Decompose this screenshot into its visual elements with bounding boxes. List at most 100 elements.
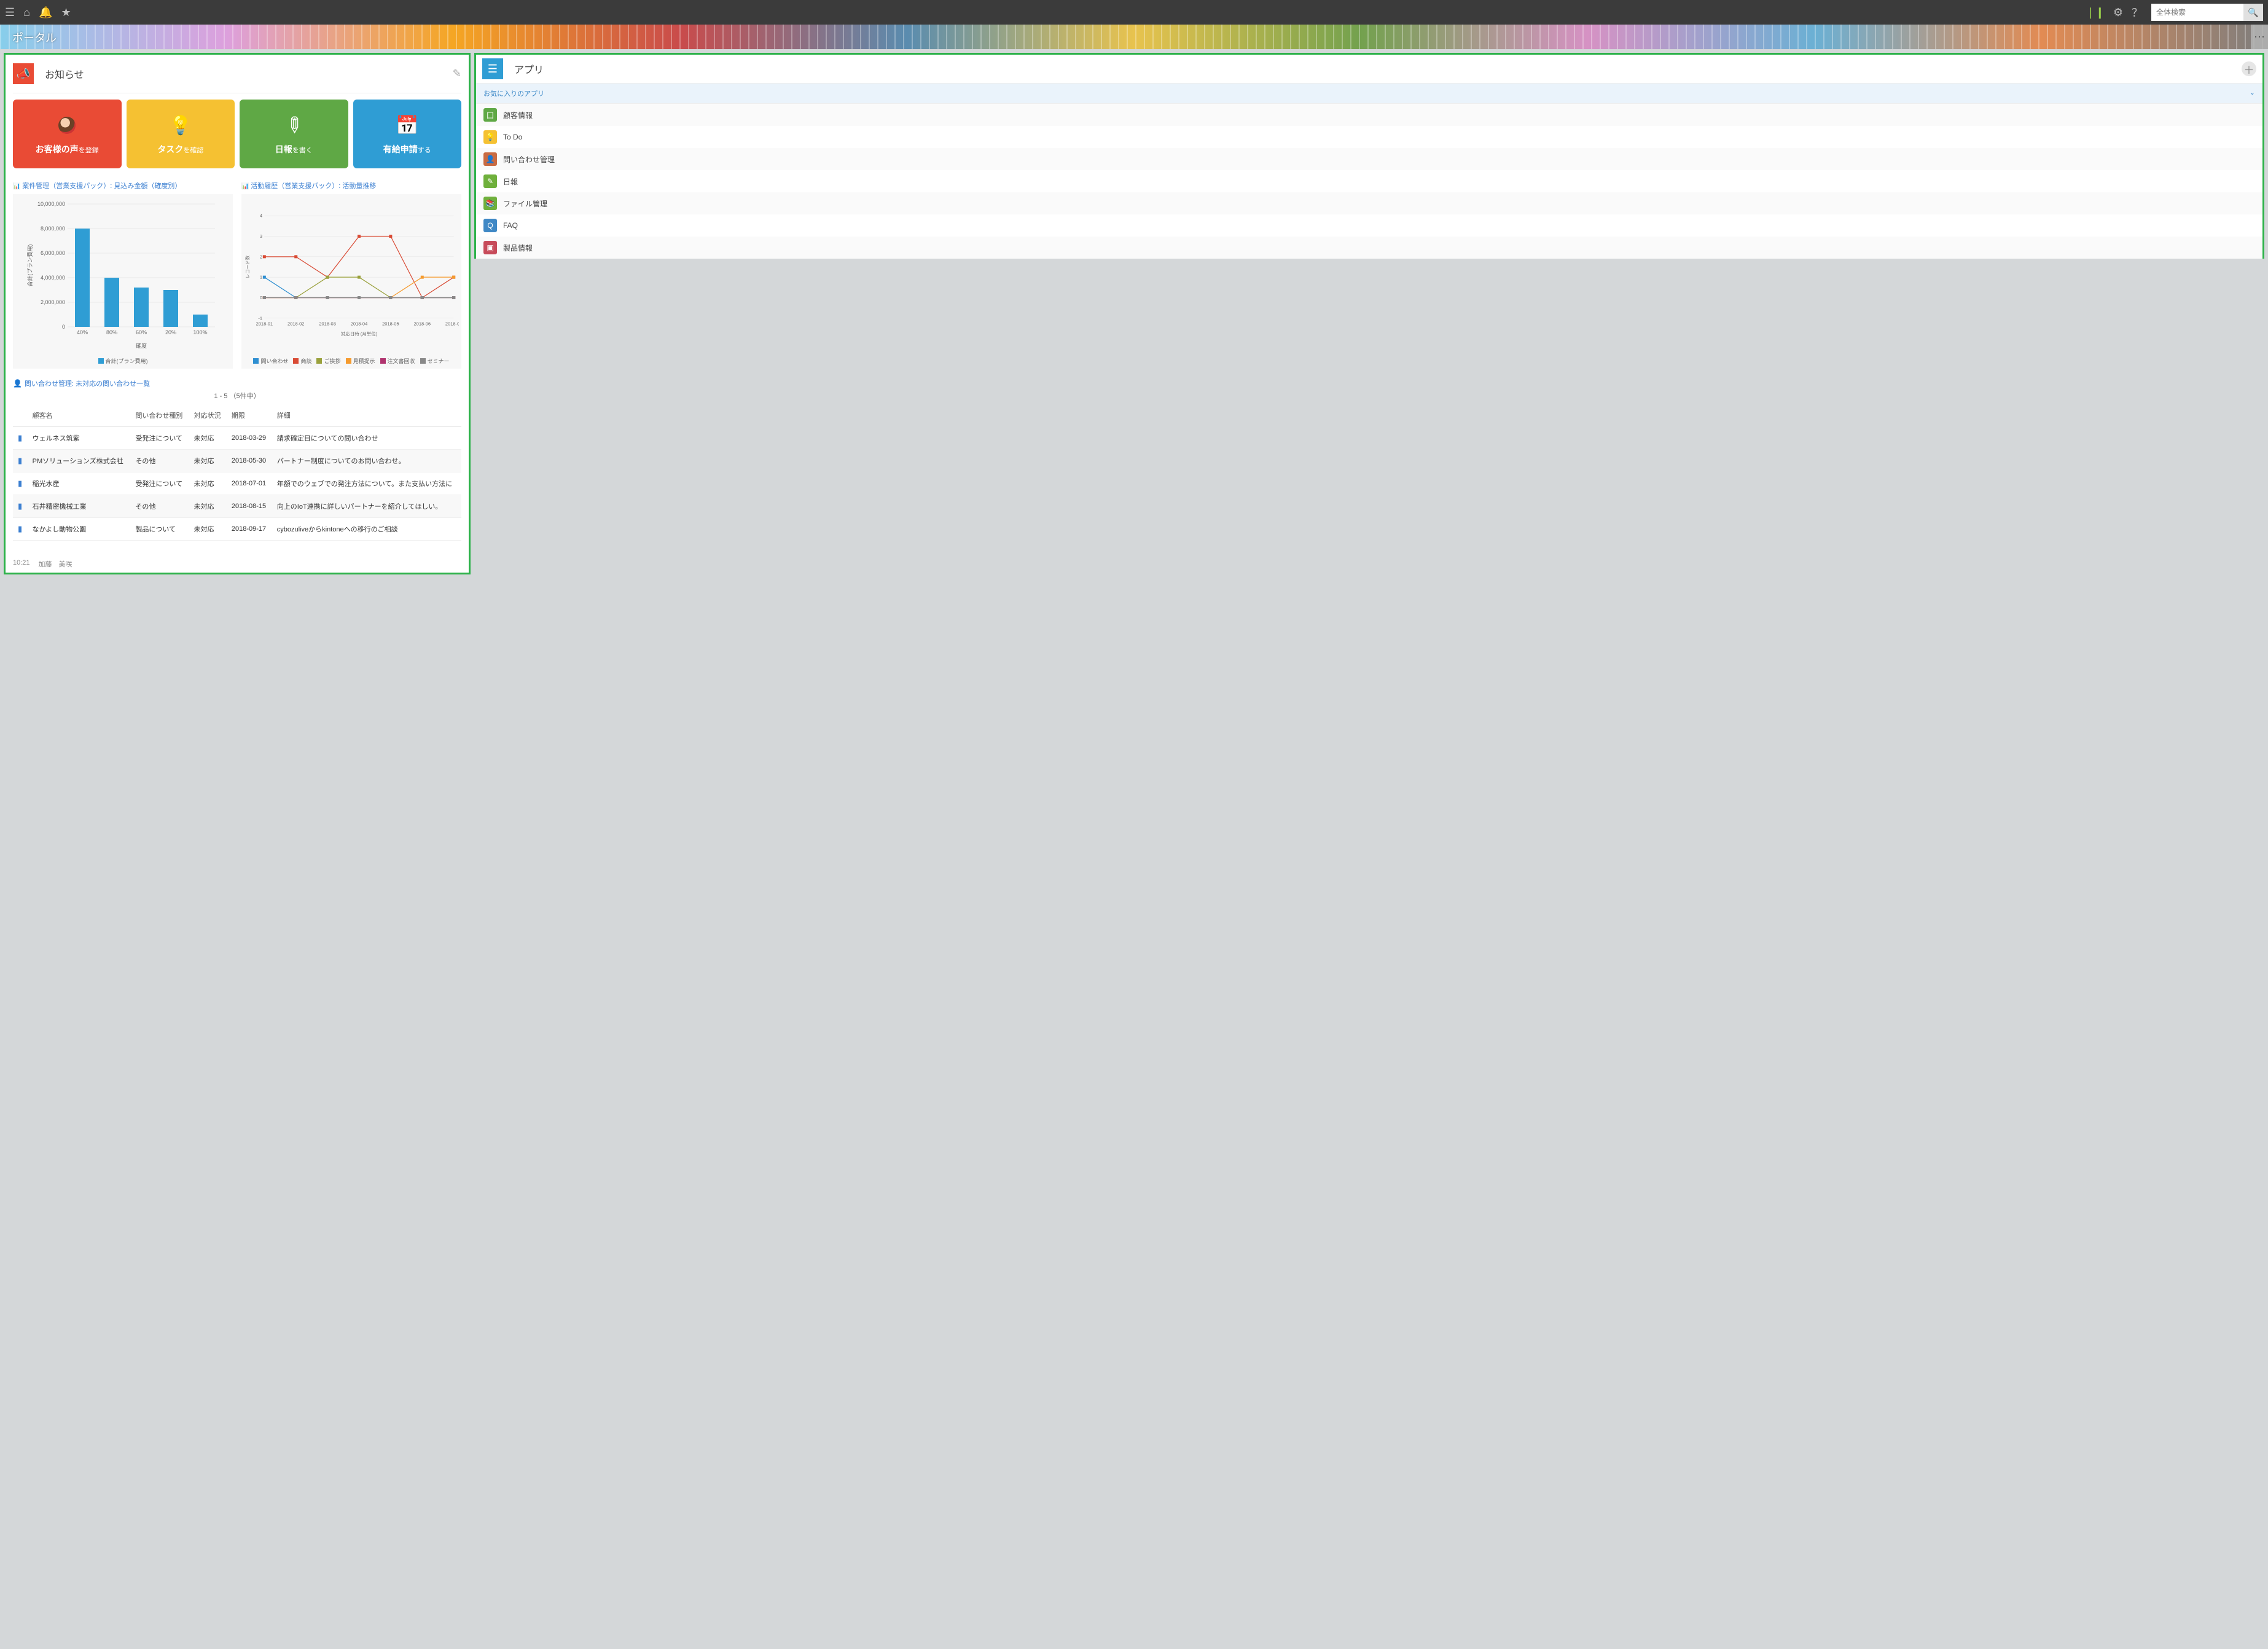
edit-icon[interactable]: ✎: [453, 68, 461, 80]
card-label: お客様の声を登録: [36, 143, 99, 155]
svg-text:10,000,000: 10,000,000: [37, 201, 65, 207]
cell-deadline: 2018-08-15: [227, 495, 272, 518]
svg-text:3: 3: [260, 233, 262, 239]
table-row[interactable]: ▮ なかよし動物公園 製品について 未対応 2018-09-17 cybozul…: [13, 518, 461, 541]
svg-text:対応日時 (月単位): 対応日時 (月単位): [341, 331, 378, 337]
chevron-down-icon: ⌄: [2250, 88, 2255, 98]
app-item[interactable]: ✎ 日報: [476, 170, 2262, 192]
app-icon: 📚: [483, 197, 497, 210]
card-label: 有給申請する: [383, 143, 431, 155]
chart1: 02,000,0004,000,0006,000,0008,000,00010,…: [13, 194, 233, 369]
cell-deadline: 2018-07-01: [227, 472, 272, 495]
footer-time: 10:21: [13, 559, 30, 569]
app-label: ファイル管理: [503, 198, 547, 209]
cell-type: 製品について: [130, 518, 189, 541]
app-label: 製品情報: [503, 243, 533, 253]
card-label: タスクを確認: [157, 143, 203, 155]
app-icon: 囗: [483, 108, 497, 122]
help-icon[interactable]: ？: [2132, 4, 2143, 20]
app-item[interactable]: ▣ 製品情報: [476, 237, 2262, 259]
favorite-apps-toggle[interactable]: お気に入りのアプリ ⌄: [476, 84, 2262, 104]
gear-icon[interactable]: ⚙: [2113, 6, 2123, 19]
table-row[interactable]: ▮ PMソリューションズ株式会社 その他 未対応 2018-05-30 パートナ…: [13, 450, 461, 472]
add-app-button[interactable]: ＋: [2242, 61, 2256, 76]
app-item[interactable]: 💡 To Do: [476, 126, 2262, 148]
svg-text:0: 0: [62, 324, 65, 330]
card-icon: [396, 112, 418, 138]
cell-status: 未対応: [189, 427, 227, 450]
more-icon[interactable]: ⋯: [2251, 25, 2268, 49]
svg-text:4,000,000: 4,000,000: [41, 275, 65, 281]
app-item[interactable]: Q FAQ: [476, 214, 2262, 237]
chart1-title[interactable]: 案件管理（営業支援パック）: 見込み金額（確度別）: [13, 181, 233, 190]
svg-text:2018-04: 2018-04: [351, 321, 368, 327]
svg-text:-1: -1: [258, 315, 262, 321]
card-icon: [285, 112, 303, 138]
cell-deadline: 2018-05-30: [227, 450, 272, 472]
svg-text:2018-07: 2018-07: [445, 321, 459, 327]
table-row[interactable]: ▮ 稲光水産 受発注について 未対応 2018-07-01 年額でのウェブでの発…: [13, 472, 461, 495]
document-icon: ▮: [18, 479, 22, 488]
write-report-card[interactable]: 日報を書く: [240, 100, 348, 168]
check-tasks-card[interactable]: タスクを確認: [127, 100, 235, 168]
app-item[interactable]: 👤 問い合わせ管理: [476, 148, 2262, 170]
table-header: [13, 404, 28, 427]
chart2-title[interactable]: 活動履歴（営業支援パック）: 活動量推移: [241, 181, 461, 190]
table-row[interactable]: ▮ ウェルネス筑紫 受発注について 未対応 2018-03-29 請求確定日につ…: [13, 427, 461, 450]
document-icon: ▮: [18, 501, 22, 511]
svg-text:合計(プラン費用): 合計(プラン費用): [26, 245, 33, 287]
inquiry-table: 顧客名問い合わせ種別対応状況期限詳細 ▮ ウェルネス筑紫 受発注について 未対応…: [13, 404, 461, 541]
app-label: FAQ: [503, 221, 518, 230]
register-voice-card[interactable]: お客様の声を登録: [13, 100, 122, 168]
table-row[interactable]: ▮ 石井精密機械工業 その他 未対応 2018-08-15 向上のIoT連携に詳…: [13, 495, 461, 518]
footer-user: 加藤 美咲: [39, 559, 72, 569]
svg-text:確度: 確度: [136, 342, 147, 349]
table-header: 対応状況: [189, 404, 227, 427]
card-icon: [58, 112, 76, 138]
apply-leave-card[interactable]: 有給申請する: [353, 100, 462, 168]
app-label: 日報: [503, 176, 518, 187]
cell-status: 未対応: [189, 450, 227, 472]
footer-meta: 10:21 加藤 美咲: [13, 541, 461, 569]
chart2: -1012342018-012018-022018-032018-042018-…: [241, 194, 461, 369]
table-header: 詳細: [272, 404, 461, 427]
cell-deadline: 2018-09-17: [227, 518, 272, 541]
bell-icon[interactable]: 🔔: [39, 6, 52, 19]
svg-text:80%: 80%: [106, 329, 117, 335]
search-button[interactable]: 🔍: [2243, 4, 2263, 21]
apps-panel: ☰ アプリ ＋ お気に入りのアプリ ⌄ 囗 顧客情報 💡 To Do 👤 問い合…: [474, 53, 2264, 259]
document-icon: ▮: [18, 456, 22, 465]
cell-detail: cybozuliveからkintoneへの移行のご相談: [272, 518, 461, 541]
svg-text:60%: 60%: [136, 329, 147, 335]
portal-header: ポータル ⋯: [0, 25, 2268, 49]
page-title: ポータル: [12, 29, 57, 45]
cell-customer: 石井精密機械工業: [28, 495, 131, 518]
leaf-icon[interactable]: ❘❙: [2086, 6, 2105, 19]
search-input[interactable]: [2151, 6, 2243, 19]
table-header: 期限: [227, 404, 272, 427]
apps-title: アプリ: [514, 61, 544, 76]
menu-icon[interactable]: ☰: [5, 6, 15, 19]
svg-text:20%: 20%: [165, 329, 176, 335]
app-item[interactable]: 囗 顧客情報: [476, 104, 2262, 126]
home-icon[interactable]: ⌂: [23, 6, 30, 19]
svg-text:40%: 40%: [77, 329, 88, 335]
svg-text:2018-01: 2018-01: [256, 321, 273, 327]
star-icon[interactable]: ★: [61, 6, 71, 19]
cell-type: 受発注について: [130, 472, 189, 495]
app-icon: ▣: [483, 241, 497, 254]
card-label: 日報を書く: [275, 143, 313, 155]
global-search: 🔍: [2151, 4, 2263, 21]
cell-customer: ウェルネス筑紫: [28, 427, 131, 450]
announce-title: お知らせ: [45, 66, 84, 81]
megaphone-icon: 📣: [13, 63, 34, 84]
svg-text:0: 0: [260, 295, 262, 300]
table-header: 顧客名: [28, 404, 131, 427]
svg-text:2: 2: [260, 254, 262, 259]
app-item[interactable]: 📚 ファイル管理: [476, 192, 2262, 214]
cell-type: その他: [130, 495, 189, 518]
cell-detail: パートナー制度についてのお問い合わせ。: [272, 450, 461, 472]
inquiry-list-title[interactable]: 問い合わせ管理: 未対応の問い合わせ一覧: [13, 378, 461, 388]
app-label: 問い合わせ管理: [503, 154, 555, 165]
app-icon: ✎: [483, 174, 497, 188]
